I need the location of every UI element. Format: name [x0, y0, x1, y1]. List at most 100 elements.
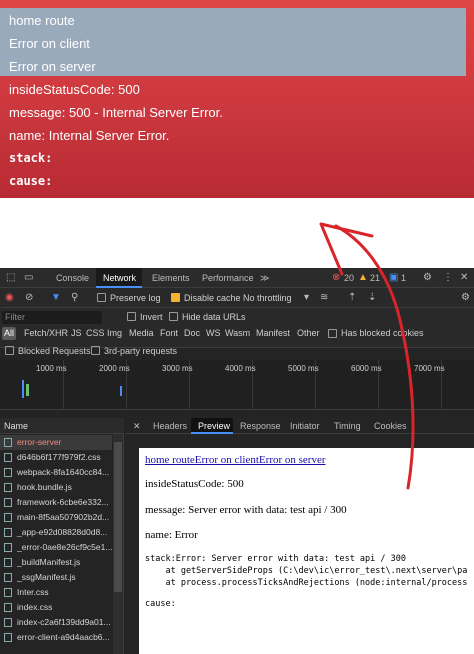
request-row[interactable]: main-8f5aa507902b2d... — [0, 510, 112, 525]
tab-preview[interactable]: Preview — [198, 421, 230, 431]
timeline-label: 3000 ms — [162, 364, 193, 373]
timeline-label: 5000 ms — [288, 364, 319, 373]
filter-type-js[interactable]: JS — [71, 328, 82, 338]
file-icon — [4, 513, 12, 522]
request-row[interactable]: index.css — [0, 600, 112, 615]
filter-type-font[interactable]: Font — [160, 328, 178, 338]
preview-stack-line: at process.processTicksAndRejections (no… — [145, 578, 468, 588]
close-detail-icon[interactable]: ✕ — [133, 421, 141, 432]
cause-text: cause: — [9, 174, 53, 188]
request-row[interactable]: error-client-a9d4aacb6... — [0, 630, 112, 645]
request-row[interactable]: d646b6f177f979f2.css — [0, 450, 112, 465]
name-column-header[interactable]: Name — [4, 421, 28, 431]
request-row[interactable]: hook.bundle.js — [0, 480, 112, 495]
filter-type-fetch[interactable]: Fetch/XHR — [24, 328, 68, 338]
tab-timing[interactable]: Timing — [334, 421, 361, 431]
preview-links[interactable]: home routeError on clientError on server — [145, 454, 326, 466]
file-icon — [4, 483, 12, 492]
tab-elements[interactable]: Elements — [152, 273, 190, 283]
third-party-checkbox[interactable] — [91, 346, 100, 355]
more-options-icon[interactable]: ⋮ — [443, 273, 453, 283]
inspect-element-icon[interactable]: ⬚ — [6, 273, 15, 283]
filter-type-ws[interactable]: WS — [206, 328, 221, 338]
preserve-log-label: Preserve log — [110, 293, 161, 303]
warning-count[interactable]: 21 — [370, 273, 380, 283]
scrollbar-thumb[interactable] — [114, 442, 122, 592]
request-row[interactable]: _ssgManifest.js — [0, 570, 112, 585]
preview-stack-line: stack:Error: Server error with data: tes… — [145, 554, 406, 564]
blocked-requests-label: Blocked Requests — [18, 346, 91, 356]
has-blocked-cookies-checkbox[interactable] — [328, 329, 337, 338]
timeline-label: 1000 ms — [36, 364, 67, 373]
blocked-requests-checkbox[interactable] — [5, 346, 14, 355]
request-row[interactable]: Inter.css — [0, 585, 112, 600]
request-row[interactable]: webpack-8fa1640cc84... — [0, 465, 112, 480]
request-row[interactable]: index-c2a6f139dd9a01... — [0, 615, 112, 630]
network-conditions-icon[interactable]: ≋ — [320, 293, 328, 303]
hide-data-urls-label: Hide data URLs — [182, 312, 246, 322]
chevron-down-icon[interactable]: ▾ — [304, 293, 309, 303]
close-devtools-icon[interactable]: ✕ — [460, 273, 468, 283]
filter-icon[interactable]: ▼ — [51, 293, 61, 303]
request-row[interactable]: error-server — [0, 435, 112, 450]
request-row[interactable]: _error-0ae8e26cf9c5e1... — [0, 540, 112, 555]
filter-type-doc[interactable]: Doc — [184, 328, 200, 338]
throttling-select[interactable]: No throttling — [243, 293, 292, 303]
error-on-server-link[interactable]: Error on server — [9, 59, 96, 74]
clear-icon[interactable]: ⊘ — [25, 293, 33, 303]
request-name: Inter.css — [17, 587, 49, 597]
info-count[interactable]: 1 — [401, 273, 406, 283]
search-icon[interactable]: ⚲ — [71, 293, 78, 303]
tab-cookies[interactable]: Cookies — [374, 421, 407, 431]
export-har-icon[interactable]: ⇣ — [368, 293, 376, 303]
filter-input[interactable]: Filter — [2, 311, 102, 324]
request-name: error-server — [17, 437, 62, 447]
import-har-icon[interactable]: ⇡ — [348, 293, 356, 303]
filter-type-media[interactable]: Media — [129, 328, 154, 338]
request-row[interactable]: _app-e92d08828d0d8... — [0, 525, 112, 540]
tab-initiator[interactable]: Initiator — [290, 421, 320, 431]
tab-console[interactable]: Console — [56, 273, 89, 283]
filter-type-wasm[interactable]: Wasm — [225, 328, 250, 338]
error-on-client-link[interactable]: Error on client — [9, 36, 90, 51]
file-icon — [4, 528, 12, 537]
hide-data-urls-checkbox[interactable] — [169, 312, 178, 321]
tab-headers[interactable]: Headers — [153, 421, 187, 431]
home-route-link[interactable]: home route — [9, 13, 75, 28]
preserve-log-checkbox[interactable] — [97, 293, 106, 302]
disable-cache-checkbox[interactable] — [171, 293, 180, 302]
record-icon[interactable]: ◉ — [5, 293, 14, 303]
request-list-scrollbar[interactable] — [113, 434, 123, 654]
tab-performance[interactable]: Performance — [202, 273, 254, 283]
request-row[interactable]: framework-6cbe6e332... — [0, 495, 112, 510]
request-name: index-c2a6f139dd9a01... — [17, 617, 111, 627]
invert-checkbox[interactable] — [127, 312, 136, 321]
network-settings-icon[interactable]: ⚙ — [461, 293, 470, 303]
filter-type-img[interactable]: Img — [107, 328, 122, 338]
error-count[interactable]: 20 — [344, 273, 354, 283]
preview-name: name: Error — [145, 529, 198, 541]
network-timeline[interactable]: 1000 ms 2000 ms 3000 ms 4000 ms 5000 ms … — [0, 360, 474, 410]
tab-network[interactable]: Network — [103, 273, 136, 283]
third-party-label: 3rd-party requests — [104, 346, 178, 356]
tab-response[interactable]: Response — [240, 421, 281, 431]
filter-type-manifest[interactable]: Manifest — [256, 328, 290, 338]
more-tabs-button[interactable]: ≫ — [260, 273, 269, 284]
file-icon — [4, 498, 12, 507]
filter-type-css[interactable]: CSS — [86, 328, 105, 338]
filter-type-all[interactable]: All — [2, 327, 16, 340]
filter-type-other[interactable]: Other — [297, 328, 320, 338]
request-list-header[interactable]: Name — [0, 418, 124, 434]
timeline-label: 7000 ms — [414, 364, 445, 373]
file-icon — [4, 633, 12, 642]
request-row[interactable]: _buildManifest.js — [0, 555, 112, 570]
name-text: name: Internal Server Error. — [9, 128, 170, 143]
request-name: webpack-8fa1640cc84... — [17, 467, 110, 477]
request-name: main-8f5aa507902b2d... — [17, 512, 110, 522]
warning-count-icon: ▲ — [358, 272, 368, 283]
info-count-icon: ▣ — [389, 272, 399, 283]
request-name: hook.bundle.js — [17, 482, 72, 492]
file-icon — [4, 573, 12, 582]
device-toolbar-icon[interactable]: ▭ — [24, 273, 33, 283]
settings-gear-icon[interactable]: ⚙ — [423, 273, 432, 283]
